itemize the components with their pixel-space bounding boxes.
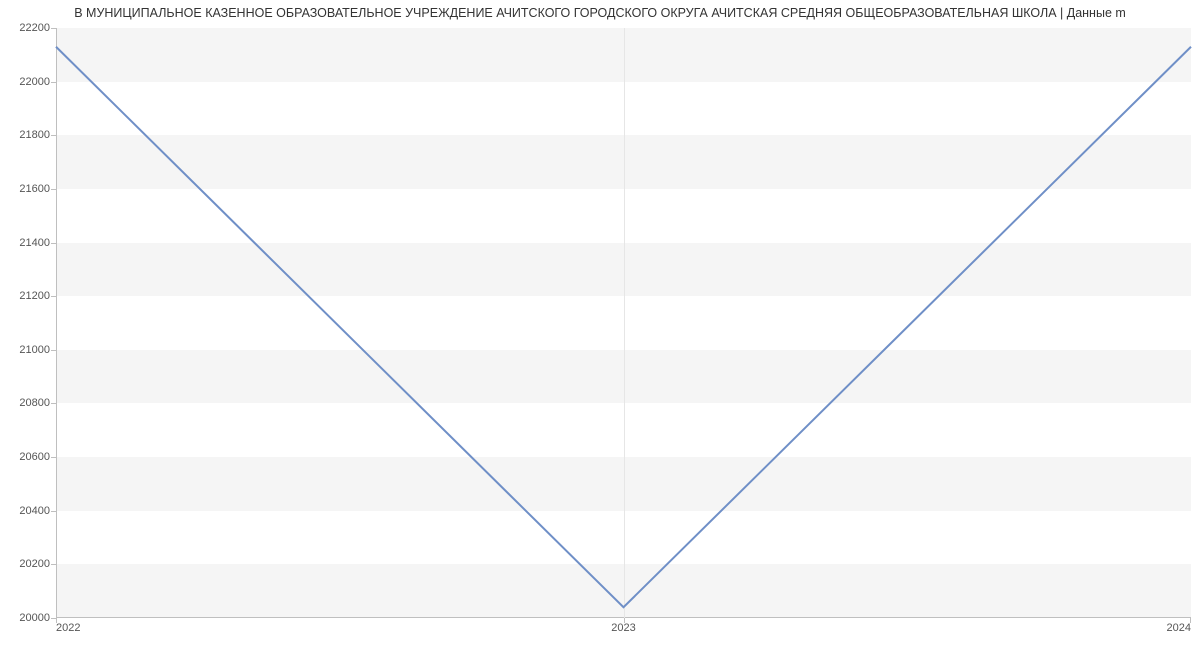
y-tick-label: 21200	[6, 290, 50, 302]
y-tick-label: 21600	[6, 183, 50, 195]
y-tick-label: 21400	[6, 237, 50, 249]
y-tick-label: 20000	[6, 612, 50, 624]
data-line	[56, 28, 1191, 618]
y-tick-label: 20400	[6, 505, 50, 517]
x-tick-mark	[1190, 618, 1191, 623]
x-tick-label: 2023	[611, 622, 635, 634]
y-tick-label: 20200	[6, 558, 50, 570]
chart-title: В МУНИЦИПАЛЬНОЕ КАЗЕННОЕ ОБРАЗОВАТЕЛЬНОЕ…	[0, 6, 1200, 20]
x-tick-label: 2022	[56, 622, 80, 634]
y-tick-label: 21800	[6, 129, 50, 141]
y-tick-label: 22200	[6, 22, 50, 34]
y-tick-label: 21000	[6, 344, 50, 356]
x-tick-mark	[56, 618, 57, 623]
y-tick-label: 22000	[6, 76, 50, 88]
y-tick-label: 20800	[6, 397, 50, 409]
x-tick-label: 2024	[1167, 622, 1191, 634]
plot-area	[56, 28, 1191, 618]
x-tick-mark	[624, 618, 625, 623]
y-tick-label: 20600	[6, 451, 50, 463]
